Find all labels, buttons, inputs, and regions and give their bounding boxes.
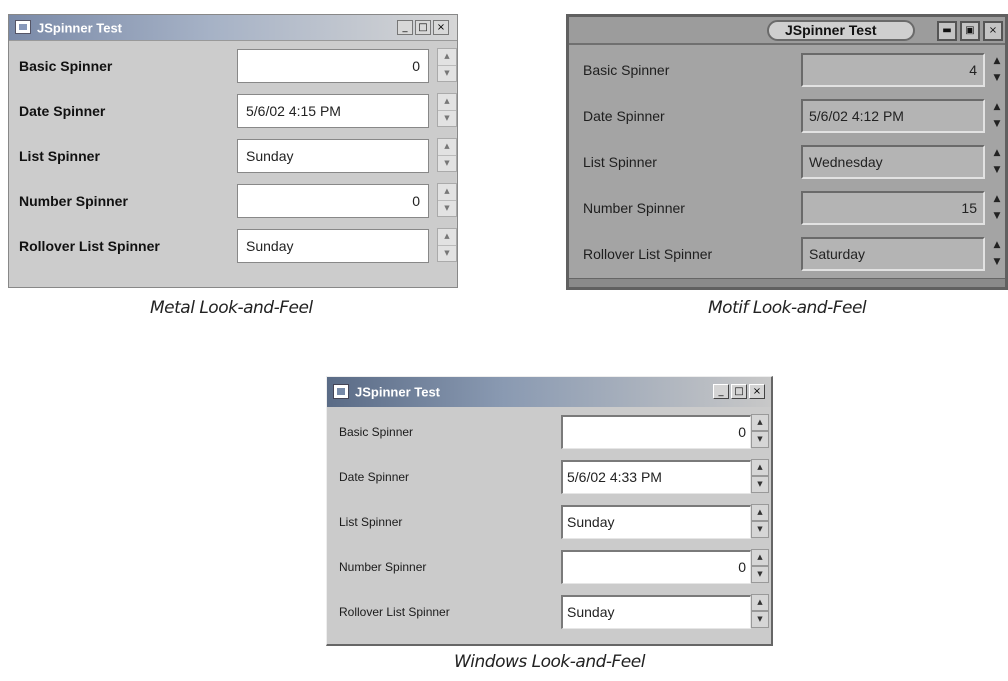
basic-spinner-input[interactable]: 0 [237, 48, 429, 83]
spinner-up-icon[interactable]: ▲ [987, 53, 1007, 70]
spinner-row-basic: Basic Spinner 4 ▲ ▼ [569, 47, 1005, 93]
spinner-row-date: Date Spinner 5/6/02 4:33 PM ▲ ▼ [327, 454, 771, 499]
windows-window: JSpinner Test _ □ × Basic Spinner 0 ▲ ▼ D… [326, 376, 773, 646]
maximize-button[interactable]: □ [731, 384, 747, 399]
spinner-up-icon[interactable]: ▲ [438, 49, 456, 66]
spinner-label: Date Spinner [19, 102, 106, 119]
metal-window: JSpinner Test _ □ × Basic Spinner 0 ▲ ▼ D… [8, 14, 458, 288]
spinner-down-icon[interactable]: ▼ [751, 566, 769, 583]
spinner-label: Number Spinner [339, 559, 427, 574]
spinner-row-list: List Spinner Sunday ▲ ▼ [327, 499, 771, 544]
spinner-up-icon[interactable]: ▲ [751, 594, 769, 611]
motif-titlebar[interactable]: JSpinner Test ▬ ▣ × [569, 17, 1005, 45]
spinner-down-icon[interactable]: ▼ [751, 476, 769, 493]
maximize-button[interactable]: □ [415, 20, 431, 35]
rollover-list-spinner-input[interactable]: Saturday [801, 237, 985, 271]
motif-window: JSpinner Test ▬ ▣ × Basic Spinner 4 ▲ ▼ D… [566, 14, 1008, 290]
spinner-up-icon[interactable]: ▲ [438, 184, 456, 201]
spinner-down-icon[interactable]: ▼ [987, 162, 1007, 179]
list-spinner-input[interactable]: Sunday [561, 504, 751, 539]
close-button[interactable]: × [433, 20, 449, 35]
number-spinner-input[interactable]: 0 [561, 549, 751, 584]
spinner-down-icon[interactable]: ▼ [438, 201, 456, 217]
metal-titlebar[interactable]: JSpinner Test _ □ × [9, 15, 457, 41]
spinner-row-basic: Basic Spinner 0 ▲ ▼ [9, 43, 457, 88]
basic-spinner-input[interactable]: 4 [801, 53, 985, 87]
spinner-up-icon[interactable]: ▲ [987, 191, 1007, 208]
window-title: JSpinner Test [37, 20, 123, 35]
spinner-down-icon[interactable]: ▼ [438, 66, 456, 82]
windows-titlebar[interactable]: JSpinner Test _ □ × [327, 377, 771, 407]
spinner-down-icon[interactable]: ▼ [438, 246, 456, 262]
spinner-down-icon[interactable]: ▼ [987, 116, 1007, 133]
spinner-down-icon[interactable]: ▼ [751, 611, 769, 628]
close-button[interactable]: × [749, 384, 765, 399]
number-spinner-input[interactable]: 0 [237, 183, 429, 218]
spinner-up-icon[interactable]: ▲ [987, 99, 1007, 116]
spinner-label: Rollover List Spinner [583, 246, 713, 262]
motif-caption: Motif Look-and-Feel [708, 298, 867, 318]
spinner-row-basic: Basic Spinner 0 ▲ ▼ [327, 409, 771, 454]
close-button[interactable]: × [983, 21, 1003, 41]
spinner-label: List Spinner [339, 514, 403, 529]
minimize-button[interactable]: ▬ [937, 21, 957, 41]
window-title: JSpinner Test [785, 22, 877, 38]
rollover-list-spinner-input[interactable]: Sunday [561, 594, 751, 629]
metal-caption: Metal Look-and-Feel [150, 298, 313, 318]
spinner-row-number: Number Spinner 0 ▲ ▼ [9, 178, 457, 223]
spinner-row-date: Date Spinner 5/6/02 4:15 PM ▲ ▼ [9, 88, 457, 133]
app-icon [333, 384, 349, 399]
spinner-label: Basic Spinner [339, 424, 414, 439]
spinner-label: Number Spinner [19, 192, 128, 209]
spinner-up-icon[interactable]: ▲ [751, 459, 769, 476]
spinner-label: Rollover List Spinner [339, 604, 450, 619]
basic-spinner-input[interactable]: 0 [561, 414, 751, 449]
spinner-label: List Spinner [583, 154, 657, 170]
spinner-label: Basic Spinner [583, 62, 670, 78]
date-spinner-input[interactable]: 5/6/02 4:12 PM [801, 99, 985, 133]
spinner-up-icon[interactable]: ▲ [438, 94, 456, 111]
spinner-up-icon[interactable]: ▲ [751, 414, 769, 431]
maximize-button[interactable]: ▣ [960, 21, 980, 41]
spinner-down-icon[interactable]: ▼ [438, 156, 456, 172]
spinner-row-rollover: Rollover List Spinner Sunday ▲ ▼ [327, 589, 771, 634]
spinner-down-icon[interactable]: ▼ [987, 254, 1007, 271]
spinner-row-number: Number Spinner 15 ▲ ▼ [569, 185, 1005, 231]
spinner-up-icon[interactable]: ▲ [438, 229, 456, 246]
list-spinner-input[interactable]: Wednesday [801, 145, 985, 179]
spinner-down-icon[interactable]: ▼ [751, 431, 769, 448]
spinner-label: Date Spinner [583, 108, 665, 124]
minimize-button[interactable]: _ [713, 384, 729, 399]
spinner-down-icon[interactable]: ▼ [751, 521, 769, 538]
spinner-down-icon[interactable]: ▼ [438, 111, 456, 127]
spinner-label: List Spinner [19, 147, 100, 164]
app-icon [15, 20, 31, 34]
spinner-row-list: List Spinner Sunday ▲ ▼ [9, 133, 457, 178]
spinner-label: Date Spinner [339, 469, 410, 484]
spinner-up-icon[interactable]: ▲ [751, 549, 769, 566]
spinner-label: Basic Spinner [19, 57, 113, 74]
spinner-up-icon[interactable]: ▲ [987, 145, 1007, 162]
windows-caption: Windows Look-and-Feel [454, 652, 645, 672]
date-spinner-input[interactable]: 5/6/02 4:15 PM [237, 93, 429, 128]
spinner-label: Rollover List Spinner [19, 237, 160, 254]
list-spinner-input[interactable]: Sunday [237, 138, 429, 173]
window-frame-edge [569, 278, 1005, 287]
date-spinner-input[interactable]: 5/6/02 4:33 PM [561, 459, 751, 494]
spinner-label: Number Spinner [583, 200, 685, 216]
spinner-row-rollover: Rollover List Spinner Saturday ▲ ▼ [569, 231, 1005, 277]
minimize-button[interactable]: _ [397, 20, 413, 35]
spinner-row-number: Number Spinner 0 ▲ ▼ [327, 544, 771, 589]
spinner-row-date: Date Spinner 5/6/02 4:12 PM ▲ ▼ [569, 93, 1005, 139]
spinner-up-icon[interactable]: ▲ [987, 237, 1007, 254]
spinner-row-list: List Spinner Wednesday ▲ ▼ [569, 139, 1005, 185]
rollover-list-spinner-input[interactable]: Sunday [237, 228, 429, 263]
window-title: JSpinner Test [355, 384, 441, 400]
spinner-down-icon[interactable]: ▼ [987, 70, 1007, 87]
spinner-up-icon[interactable]: ▲ [438, 139, 456, 156]
spinner-up-icon[interactable]: ▲ [751, 504, 769, 521]
spinner-down-icon[interactable]: ▼ [987, 208, 1007, 225]
spinner-row-rollover: Rollover List Spinner Sunday ▲ ▼ [9, 223, 457, 268]
number-spinner-input[interactable]: 15 [801, 191, 985, 225]
